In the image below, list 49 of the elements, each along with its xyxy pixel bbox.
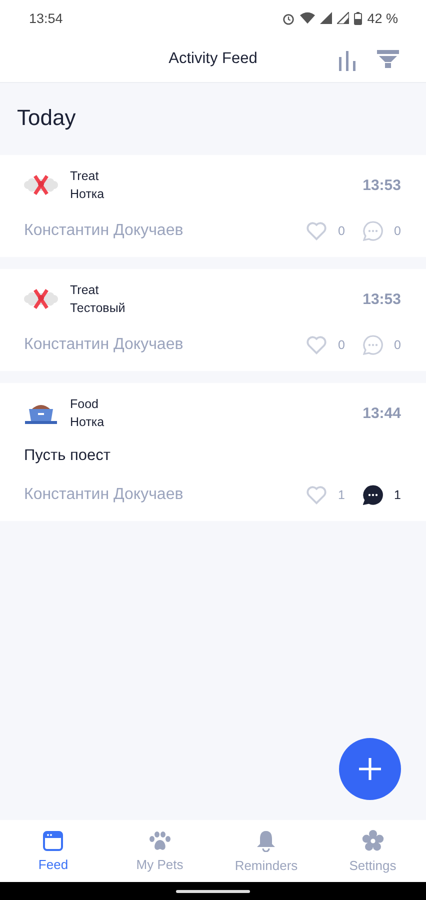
like-count: 0 (337, 224, 345, 238)
home-handle[interactable] (176, 890, 250, 892)
section-title: Today (16, 104, 77, 132)
plus-icon (359, 758, 381, 780)
activity-type: Treat (70, 169, 100, 183)
post-card[interactable]: Treat Тестовый 13:53 Константин Докучаев 0 0 (0, 269, 426, 371)
heart-icon[interactable] (306, 222, 327, 240)
post-card[interactable]: Food Нотка 13:44 Пусть поест Константин Докучаев 1 1 (0, 383, 426, 521)
settings-icon (362, 830, 384, 852)
post-note: Пусть поест (24, 447, 112, 465)
window-icon (43, 830, 64, 850)
post-time: 13:53 (362, 176, 401, 194)
wifi-icon (300, 12, 316, 24)
post-card[interactable]: Treat Нотка 13:53 Константин Докучаев 0 0 (0, 155, 426, 257)
signal-icon (337, 12, 350, 24)
comment-icon[interactable] (363, 485, 383, 505)
pet-name: Нотка (70, 187, 106, 201)
nav-tab[interactable]: Reminders (213, 820, 320, 882)
nav-tab[interactable]: My Pets (106, 820, 213, 882)
like-count: 0 (337, 338, 345, 352)
alarm-icon (282, 12, 296, 24)
activity-type: Treat (70, 283, 100, 297)
filter-icon[interactable] (377, 50, 399, 68)
author-name: Константин Докучаев (24, 222, 184, 240)
heart-icon[interactable] (306, 336, 327, 354)
post-time: 13:53 (362, 290, 401, 308)
bar-chart-icon[interactable] (337, 51, 357, 71)
nav-tab[interactable]: Settings (320, 820, 426, 882)
battery-level: 42 % (367, 10, 398, 26)
pet-name: Нотка (70, 415, 106, 429)
comment-count: 0 (393, 338, 401, 352)
comment-count: 0 (393, 224, 401, 238)
author-name: Константин Докучаев (24, 336, 184, 354)
signal-icon (320, 12, 332, 24)
status-time: 13:54 (29, 10, 63, 26)
comment-count: 1 (393, 488, 401, 502)
like-count: 1 (337, 488, 345, 502)
battery-icon (354, 12, 362, 24)
heart-icon[interactable] (306, 486, 327, 504)
post-time: 13:44 (362, 404, 401, 422)
bell-icon (256, 830, 276, 852)
bone-bow-icon (24, 287, 58, 311)
author-name: Константин Докучаев (24, 486, 184, 504)
screen-title: Activity Feed (168, 50, 258, 68)
activity-type: Food (70, 397, 100, 411)
paw-icon (148, 830, 171, 850)
pet-name: Тестовый (70, 301, 126, 315)
nav-tab[interactable]: Feed (0, 820, 106, 882)
bone-bow-icon (24, 173, 58, 197)
